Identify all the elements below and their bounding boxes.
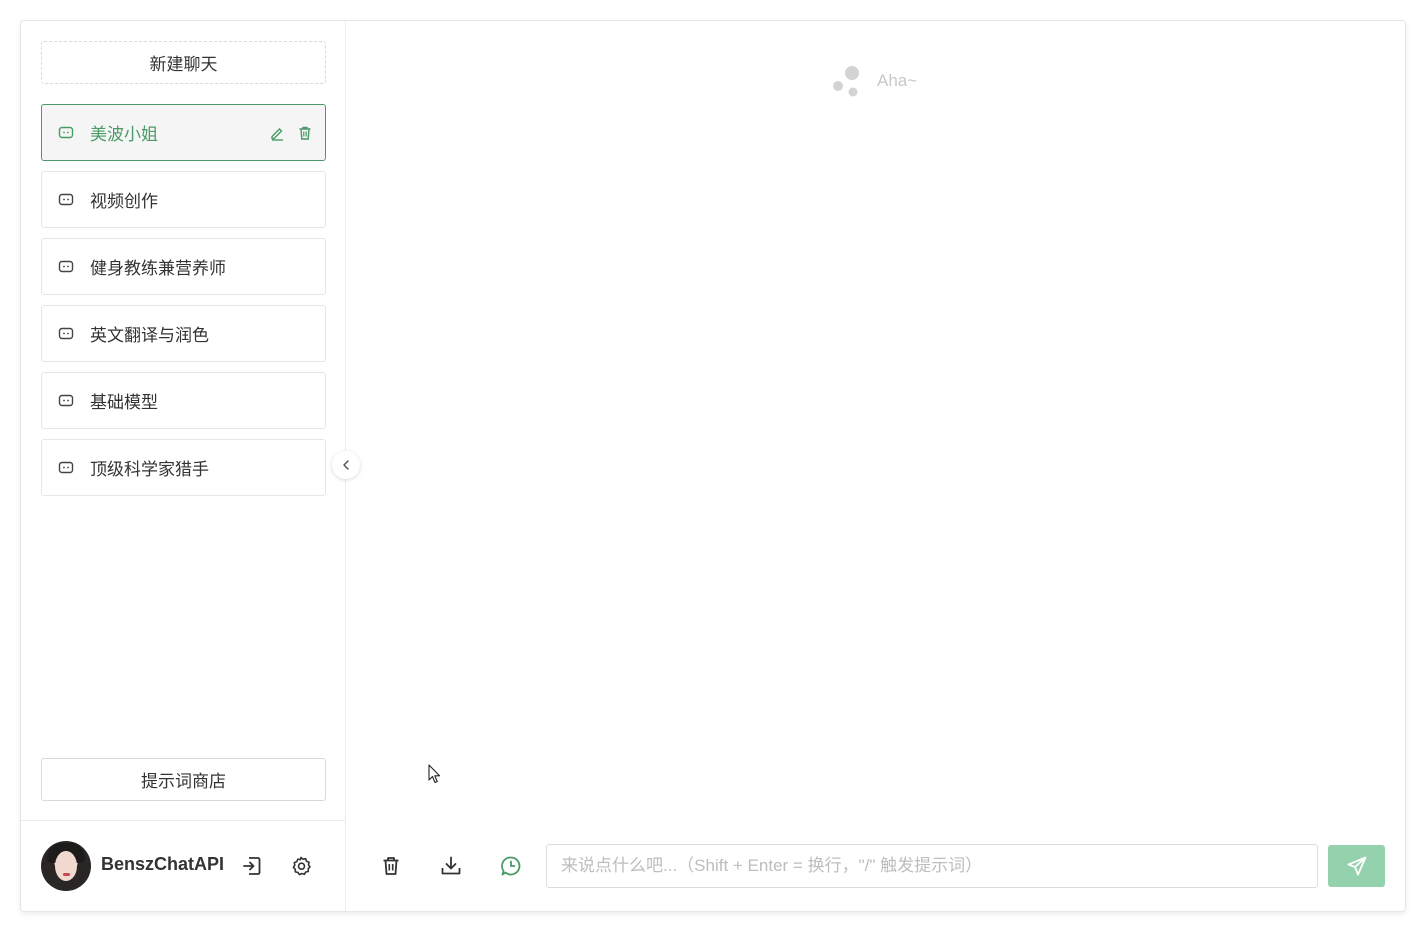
chat-bubble-icon	[58, 461, 74, 473]
empty-state: Aha~	[831, 64, 917, 98]
conversation-item[interactable]: 顶级科学家猎手	[41, 439, 326, 496]
conversation-item[interactable]: 健身教练兼营养师	[41, 238, 326, 295]
conversation-label: 顶级科学家猎手	[90, 460, 209, 480]
prompt-store-button[interactable]: 提示词商店	[41, 758, 326, 801]
mouse-cursor-icon	[428, 764, 441, 784]
chat-bubble-icon	[58, 327, 74, 339]
send-button[interactable]	[1328, 845, 1385, 887]
conversation-label: 基础模型	[90, 393, 158, 413]
chat-bubble-icon	[58, 193, 74, 205]
bubbles-logo-icon	[833, 66, 859, 97]
conversation-label: 视频创作	[90, 192, 158, 212]
message-input[interactable]	[546, 844, 1318, 888]
download-icon[interactable]	[440, 855, 462, 877]
empty-state-text: Aha~	[877, 71, 918, 90]
chat-main: Aha~	[346, 21, 1405, 911]
avatar[interactable]	[41, 841, 91, 891]
logout-icon[interactable]	[241, 855, 263, 877]
conversation-item[interactable]: 基础模型	[41, 372, 326, 429]
app-window: 新建聊天 美波小姐 视频创作 健身教练兼营养师 英文翻译与润色 基础模型 顶级科…	[20, 20, 1406, 912]
conversation-label: 英文翻译与润色	[90, 326, 209, 346]
conversation-label: 健身教练兼营养师	[90, 259, 226, 279]
send-icon	[1347, 856, 1366, 876]
new-chat-button[interactable]: 新建聊天	[41, 41, 326, 84]
settings-icon[interactable]	[290, 855, 312, 877]
whatsapp-icon[interactable]	[500, 855, 522, 877]
trash-icon[interactable]	[380, 855, 402, 877]
conversation-item[interactable]: 英文翻译与润色	[41, 305, 326, 362]
chat-bubble-icon	[58, 394, 74, 406]
trash-icon[interactable]	[297, 125, 313, 141]
conversation-item-active[interactable]: 美波小姐	[41, 104, 326, 161]
sidebar-footer: BenszChatAPI	[21, 820, 345, 911]
edit-icon[interactable]	[269, 125, 285, 141]
conversation-list: 美波小姐 视频创作 健身教练兼营养师 英文翻译与润色 基础模型 顶级科学家猎手	[41, 104, 326, 506]
conversation-label: 美波小姐	[90, 125, 158, 145]
sidebar: 新建聊天 美波小姐 视频创作 健身教练兼营养师 英文翻译与润色 基础模型 顶级科…	[21, 21, 346, 911]
username: BenszChatAPI	[101, 854, 225, 874]
chat-bubble-icon	[58, 260, 74, 272]
chat-bubble-icon	[58, 126, 74, 138]
conversation-item[interactable]: 视频创作	[41, 171, 326, 228]
conversation-actions	[269, 125, 313, 141]
